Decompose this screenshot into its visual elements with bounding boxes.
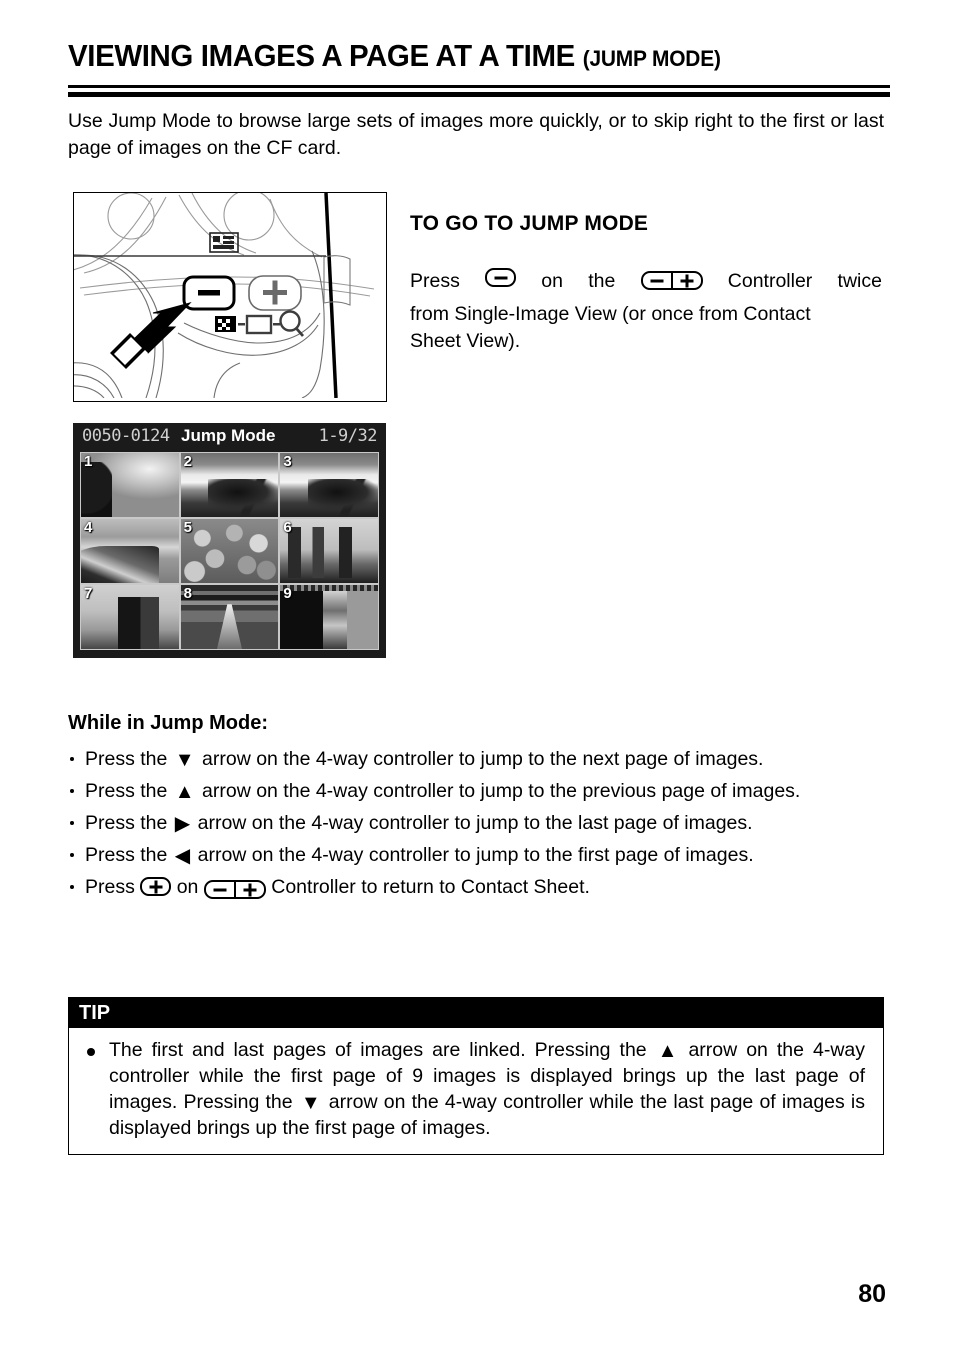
single-image-icon xyxy=(245,314,273,335)
bullet-prefix: Press the xyxy=(85,748,168,770)
minus-half-glyph xyxy=(203,880,235,899)
manual-page: VIEWING IMAGES A PAGE AT A TIME (JUMP MO… xyxy=(0,0,954,1357)
instruction-line-1: Press on the Controller twice xyxy=(410,268,882,301)
contact-sheet-icon xyxy=(215,316,236,332)
lcd-status-bar: 0050-0124 Jump Mode 1-9/32 xyxy=(73,423,386,450)
list-item: Press the ▶ arrow on the 4-way controlle… xyxy=(68,808,884,839)
tip-text-a: The first and last pages of images are l… xyxy=(109,1039,647,1061)
instruction-word-the: the xyxy=(588,270,616,292)
thumbnail-cell: 7 xyxy=(81,585,179,649)
bullet-text-block: Press the ▲ arrow on the 4-way controlle… xyxy=(85,776,884,807)
plus-button-diagram xyxy=(248,275,302,311)
bullet-dot-icon xyxy=(70,853,74,857)
magnifier-icon xyxy=(279,310,305,337)
thumbnail-cell: 3 xyxy=(280,453,378,517)
display-mode-icon xyxy=(209,232,239,253)
page-title-main: VIEWING IMAGES A PAGE AT A TIME xyxy=(68,38,575,73)
thumbnail-cell: 4 xyxy=(81,519,179,583)
instruction-word-press: Press xyxy=(410,270,460,292)
while-in-jump-mode-list: Press the ▼ arrow on the 4-way controlle… xyxy=(68,744,884,913)
thumbnail-cell: 6 xyxy=(280,519,378,583)
tip-box: TIP The first and last pages of images a… xyxy=(68,997,884,1155)
camera-back-diagram xyxy=(73,192,387,402)
up-arrow-glyph: ▲ xyxy=(657,1040,678,1062)
lcd-jump-mode-screenshot: 0050-0124 Jump Mode 1-9/32 1 2 3 4 5 6 7… xyxy=(73,423,386,658)
left-arrow-glyph: ◀ xyxy=(174,845,191,867)
bullet-dot-icon xyxy=(70,757,74,761)
page-title: VIEWING IMAGES A PAGE AT A TIME (JUMP MO… xyxy=(68,38,890,73)
bullet-suffix: arrow on the 4-way controller to jump to… xyxy=(197,844,754,866)
thumbnail-number: 6 xyxy=(283,519,292,536)
title-rule-thin xyxy=(68,85,890,88)
thumbnail-cell: 9 xyxy=(280,585,378,649)
list-item: Press on Controller to return to Contact… xyxy=(68,872,884,912)
title-rule-thick xyxy=(68,92,890,97)
thumbnail-cell: 1 xyxy=(81,453,179,517)
tip-bullet-dot-icon xyxy=(87,1048,95,1056)
thumbnail-cell: 5 xyxy=(180,519,279,583)
right-arrow-glyph: ▶ xyxy=(174,813,191,835)
page-number: 80 xyxy=(858,1280,886,1308)
instruction-word-on: on xyxy=(541,270,563,292)
bullet-word-on: on xyxy=(176,876,199,898)
page-title-line: VIEWING IMAGES A PAGE AT A TIME (JUMP MO… xyxy=(68,38,849,73)
bullet-prefix: Press the xyxy=(85,780,168,802)
plus-button-glyph xyxy=(140,877,172,896)
minus-half-glyph xyxy=(640,271,672,290)
minus-button-diagram xyxy=(182,275,236,311)
plus-half-glyph xyxy=(671,271,703,290)
page-title-sub: (JUMP MODE) xyxy=(582,46,721,71)
thumbnail-number: 2 xyxy=(183,453,192,470)
minus-plus-controller-glyph xyxy=(203,880,266,912)
lcd-file-counter: 0050-0124 xyxy=(82,426,170,446)
minus-button-glyph xyxy=(485,268,517,287)
instruction-line-3: Sheet View). xyxy=(410,330,521,352)
list-item: Press the ◀ arrow on the 4-way controlle… xyxy=(68,840,884,871)
list-item: Press the ▼ arrow on the 4-way controlle… xyxy=(68,744,884,775)
instruction-word-controller: Controller xyxy=(727,270,813,292)
camera-back-svg xyxy=(74,193,375,399)
down-arrow-glyph: ▼ xyxy=(174,749,195,771)
instruction-word-twice: twice xyxy=(837,270,882,292)
thumbnail-number: 8 xyxy=(183,585,192,602)
up-arrow-glyph: ▲ xyxy=(174,781,195,803)
minus-plus-controller-glyph xyxy=(640,271,703,301)
instruction-line-2: from Single-Image View (or once from Con… xyxy=(410,303,811,325)
thumbnail-cell: 2 xyxy=(180,453,279,517)
bullet-prefix: Press the xyxy=(85,812,168,834)
bullet-suffix: arrow on the 4-way controller to jump to… xyxy=(197,812,753,834)
bullet-prefix: Press the xyxy=(85,844,168,866)
bullet-suffix: arrow on the 4-way controller to jump to… xyxy=(202,780,801,802)
icon-link-dash-1 xyxy=(238,323,245,326)
to-go-to-jump-mode-heading: TO GO TO JUMP MODE xyxy=(410,212,649,235)
bullet-dot-icon xyxy=(70,885,74,889)
tip-body: The first and last pages of images are l… xyxy=(69,1028,883,1141)
thumbnail-number: 1 xyxy=(84,453,93,470)
list-item: Press the ▲ arrow on the 4-way controlle… xyxy=(68,776,884,807)
icon-link-dash-2 xyxy=(273,323,280,326)
down-arrow-glyph: ▼ xyxy=(300,1092,321,1114)
thumbnail-number: 3 xyxy=(283,453,292,470)
thumbnail-number: 5 xyxy=(183,519,192,536)
lcd-thumbnail-grid: 1 2 3 4 5 6 7 8 9 xyxy=(80,452,379,650)
thumbnail-number: 7 xyxy=(84,585,93,602)
thumbnail-cell: 8 xyxy=(180,585,279,649)
lcd-page-range: 1-9/32 xyxy=(318,426,378,446)
bullet-suffix: arrow on the 4-way controller to jump to… xyxy=(202,748,764,770)
bullet-prefix: Press xyxy=(85,876,135,898)
thumbnail-number: 4 xyxy=(84,519,93,536)
while-in-jump-mode-heading: While in Jump Mode: xyxy=(68,712,268,734)
to-go-to-jump-mode-body: Press on the Controller twice from Singl… xyxy=(410,268,882,355)
bullet-suffix: Controller to return to Contact Sheet. xyxy=(271,876,590,898)
thumbnail-number: 9 xyxy=(283,585,292,602)
intro-paragraph: Use Jump Mode to browse large sets of im… xyxy=(68,110,884,159)
bullet-dot-icon xyxy=(70,789,74,793)
tip-header: TIP xyxy=(69,998,883,1028)
bullet-dot-icon xyxy=(70,821,74,825)
plus-half-glyph xyxy=(234,880,266,899)
lcd-mode-label: Jump Mode xyxy=(181,426,276,445)
